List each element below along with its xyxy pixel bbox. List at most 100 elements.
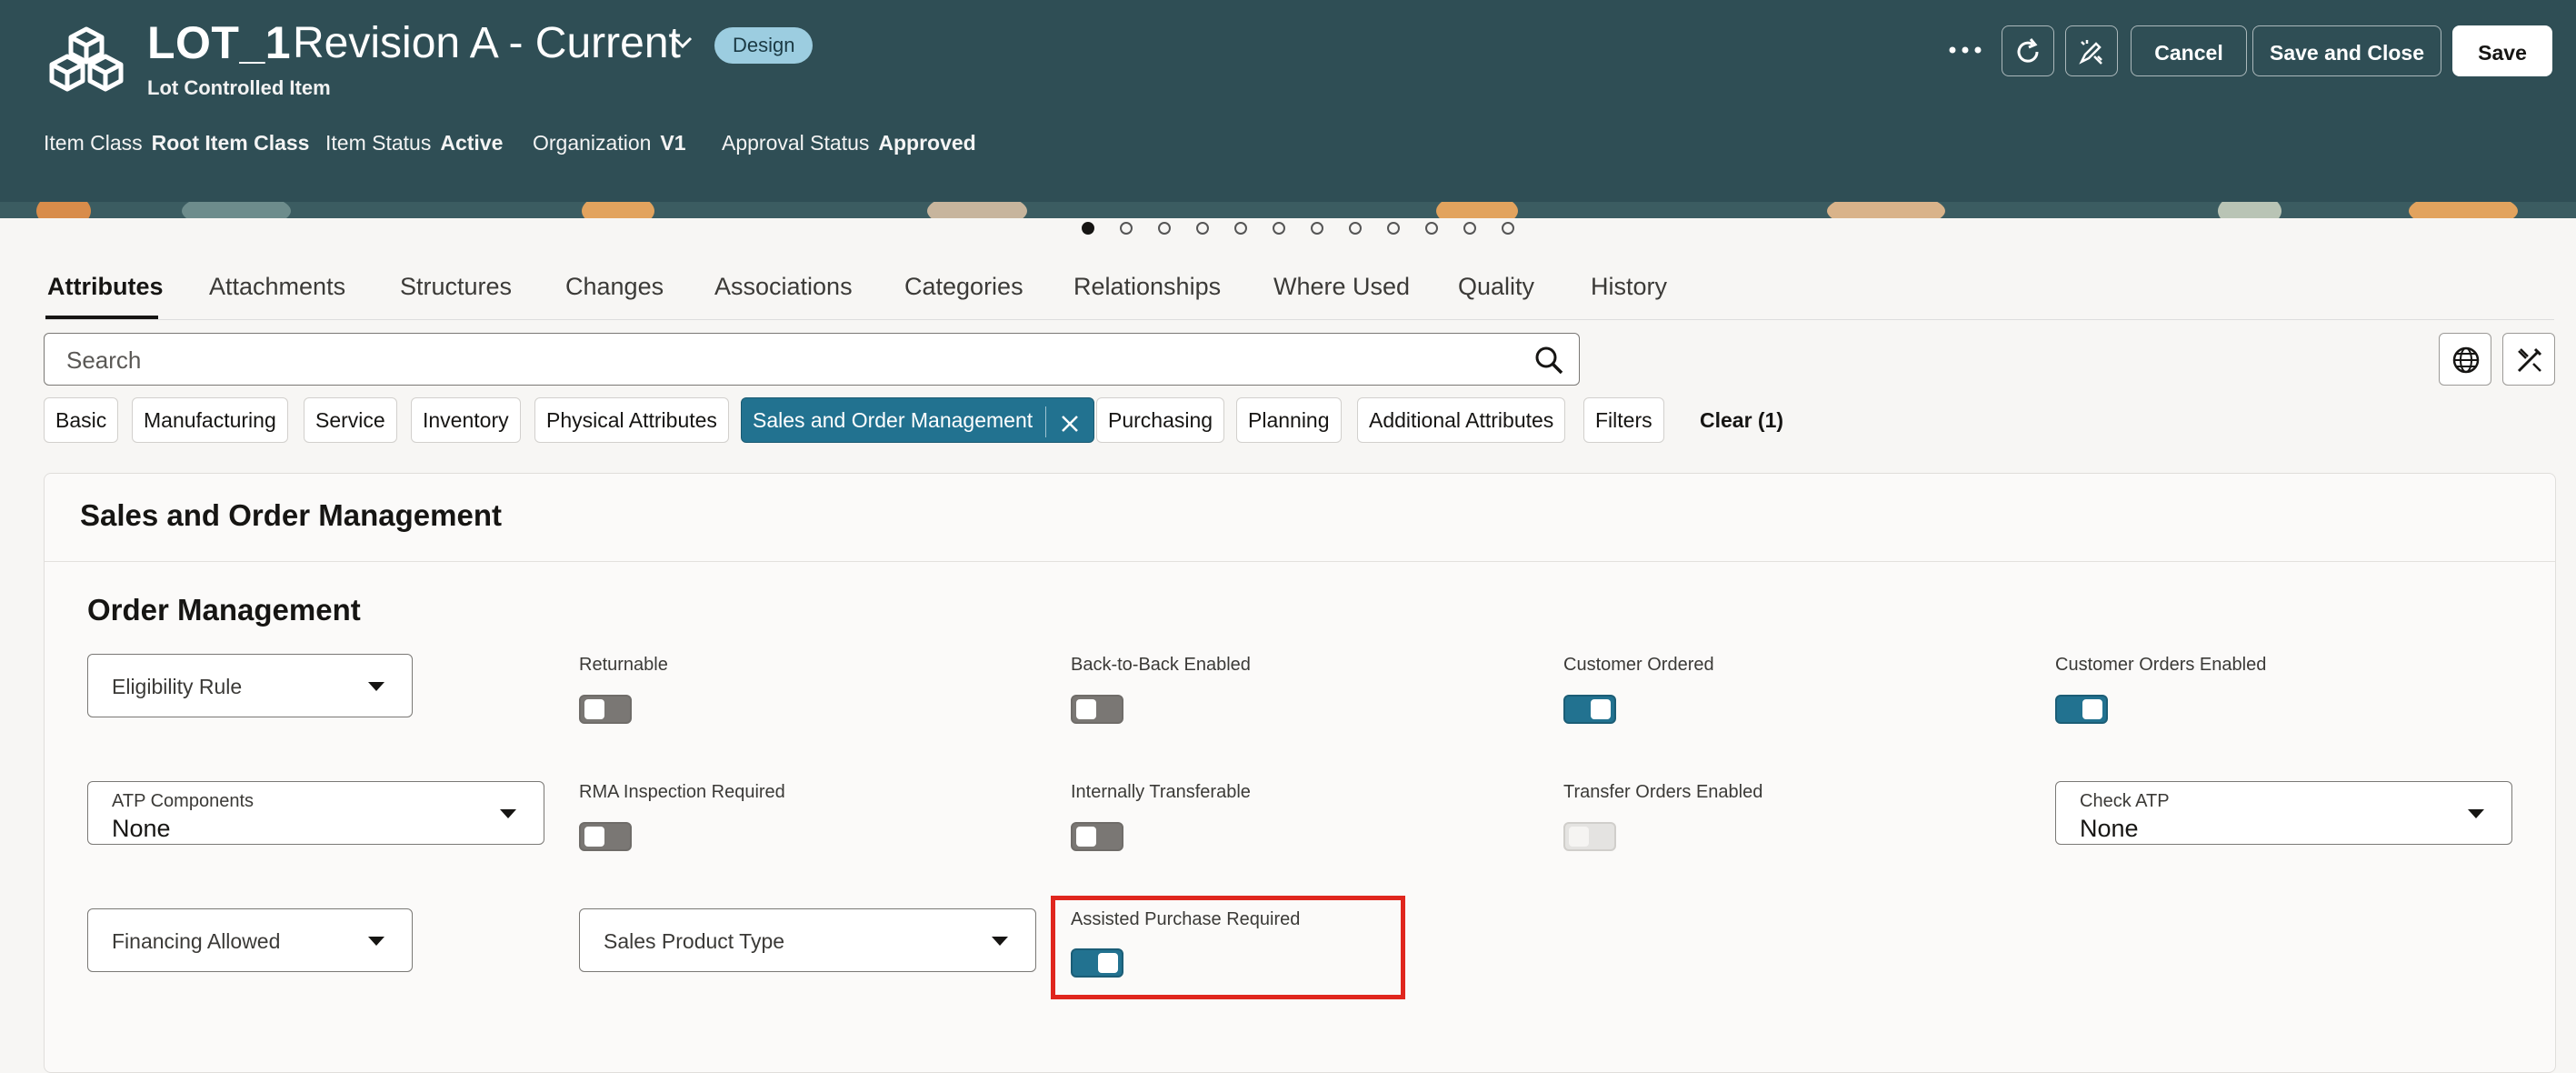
customer-orders-enabled-toggle[interactable] bbox=[2055, 695, 2108, 724]
atp-components-select[interactable]: ATP Components None bbox=[87, 781, 544, 845]
selected-chip-label: Sales and Order Management bbox=[753, 408, 1033, 432]
caret-down-icon bbox=[368, 937, 384, 946]
filter-chip-filters[interactable]: Filters bbox=[1583, 397, 1664, 443]
panel-divider bbox=[45, 561, 2555, 562]
transfer-orders-label: Transfer Orders Enabled bbox=[1563, 782, 1763, 802]
more-icon[interactable] bbox=[1947, 36, 1983, 64]
tab-changes[interactable]: Changes bbox=[565, 273, 664, 301]
highlight-annotation bbox=[1051, 896, 1405, 999]
search-icon[interactable] bbox=[1533, 345, 1564, 376]
tab-attributes[interactable]: Attributes bbox=[47, 273, 164, 301]
tab-history[interactable]: History bbox=[1591, 273, 1667, 301]
internally-transferable-label: Internally Transferable bbox=[1071, 782, 1251, 802]
language-button[interactable] bbox=[2439, 333, 2491, 386]
meta-approval-status: Approval Status Approved bbox=[722, 131, 976, 155]
tab-categories[interactable]: Categories bbox=[904, 273, 1023, 301]
sales-product-type-select[interactable]: Sales Product Type bbox=[579, 908, 1036, 972]
eligibility-rule-label: Eligibility Rule bbox=[112, 675, 243, 698]
back-to-back-toggle[interactable] bbox=[1071, 695, 1123, 724]
save-and-close-button[interactable]: Save and Close bbox=[2252, 25, 2441, 76]
rma-inspection-label: RMA Inspection Required bbox=[579, 782, 785, 802]
tab-where-used[interactable]: Where Used bbox=[1273, 273, 1410, 301]
pager-dot[interactable] bbox=[1234, 222, 1247, 235]
customer-ordered-label: Customer Ordered bbox=[1563, 655, 1714, 675]
tab-structures[interactable]: Structures bbox=[400, 273, 512, 301]
header-banner-decoration bbox=[0, 202, 2576, 218]
edit-tools-icon bbox=[2517, 347, 2542, 373]
tab-relationships[interactable]: Relationships bbox=[1073, 273, 1221, 301]
status-badge: Design bbox=[714, 27, 814, 64]
filter-chip-additional-attributes[interactable]: Additional Attributes bbox=[1357, 397, 1566, 443]
pager-dot[interactable] bbox=[1273, 222, 1285, 235]
item-number: LOT_1 bbox=[147, 17, 292, 68]
pager-dot[interactable] bbox=[1120, 222, 1133, 235]
tab-quality[interactable]: Quality bbox=[1458, 273, 1534, 301]
cancel-button[interactable]: Cancel bbox=[2131, 25, 2247, 76]
eligibility-rule-select[interactable]: Eligibility Rule bbox=[87, 654, 413, 717]
filter-chip-basic[interactable]: Basic bbox=[44, 397, 119, 443]
check-atp-select[interactable]: Check ATP None bbox=[2055, 781, 2512, 845]
active-tab-indicator bbox=[45, 316, 158, 319]
filter-chip-physical-attributes[interactable]: Physical Attributes bbox=[534, 397, 729, 443]
tab-divider bbox=[45, 319, 2554, 320]
clear-filters-link[interactable]: Clear (1) bbox=[1700, 397, 1783, 443]
close-icon bbox=[1062, 415, 1079, 432]
atp-components-label: ATP Components bbox=[112, 791, 255, 811]
pager-dot[interactable] bbox=[1502, 222, 1514, 235]
pager-dot[interactable] bbox=[1311, 222, 1323, 235]
item-logo-icon bbox=[49, 26, 124, 92]
filter-chip-service[interactable]: Service bbox=[304, 397, 397, 443]
item-subtitle: Lot Controlled Item bbox=[147, 76, 331, 99]
filter-chip-planning[interactable]: Planning bbox=[1236, 397, 1342, 443]
pager-dot[interactable] bbox=[1196, 222, 1209, 235]
caret-down-icon bbox=[2468, 809, 2484, 818]
internally-transferable-toggle[interactable] bbox=[1071, 822, 1123, 851]
caret-down-icon bbox=[992, 937, 1008, 946]
atp-components-value: None bbox=[112, 815, 171, 842]
financing-allowed-label: Financing Allowed bbox=[112, 929, 281, 953]
meta-organization: Organization V1 bbox=[533, 131, 686, 155]
filter-chip-inventory[interactable]: Inventory bbox=[411, 397, 521, 443]
panel-title: Sales and Order Management bbox=[80, 498, 502, 532]
pager-dot[interactable] bbox=[1082, 222, 1094, 235]
transfer-orders-toggle bbox=[1563, 822, 1616, 851]
pager-dot[interactable] bbox=[1349, 222, 1362, 235]
filter-chip-purchasing[interactable]: Purchasing bbox=[1096, 397, 1225, 443]
tab-attachments[interactable]: Attachments bbox=[209, 273, 345, 301]
customer-ordered-toggle[interactable] bbox=[1563, 695, 1616, 724]
customer-orders-enabled-label: Customer Orders Enabled bbox=[2055, 655, 2267, 675]
pager-dot[interactable] bbox=[1158, 222, 1171, 235]
page-header: LOT_1 Revision A - Current Design Lot Co… bbox=[0, 0, 2576, 202]
revision-selector[interactable]: Revision A - Current bbox=[293, 18, 681, 68]
caret-down-icon bbox=[500, 809, 516, 818]
tab-associations[interactable]: Associations bbox=[714, 273, 853, 301]
search-placeholder: Search bbox=[66, 346, 142, 374]
globe-icon bbox=[2452, 346, 2480, 374]
sales-product-type-label: Sales Product Type bbox=[604, 929, 785, 953]
returnable-label: Returnable bbox=[579, 655, 668, 675]
search-input[interactable]: Search bbox=[44, 333, 1580, 386]
chevron-down-icon[interactable] bbox=[669, 29, 696, 56]
pager-dot[interactable] bbox=[1425, 222, 1438, 235]
back-to-back-label: Back-to-Back Enabled bbox=[1071, 655, 1251, 675]
check-atp-label: Check ATP bbox=[2080, 791, 2170, 811]
caret-down-icon bbox=[368, 682, 384, 691]
section-title: Order Management bbox=[87, 593, 361, 627]
financing-allowed-select[interactable]: Financing Allowed bbox=[87, 908, 413, 972]
meta-item-status: Item Status Active bbox=[325, 131, 504, 155]
filter-chip-sales-order-management[interactable]: Sales and Order Management bbox=[741, 397, 1095, 444]
check-atp-value: None bbox=[2080, 815, 2139, 842]
pen-sparkle-icon bbox=[2079, 40, 2102, 65]
returnable-toggle[interactable] bbox=[579, 695, 632, 724]
ai-assist-button[interactable] bbox=[2065, 25, 2118, 76]
refresh-button[interactable] bbox=[2002, 25, 2054, 76]
rma-inspection-toggle[interactable] bbox=[579, 822, 632, 851]
refresh-icon bbox=[2017, 38, 2039, 63]
pager-dot[interactable] bbox=[1387, 222, 1400, 235]
pager-dot[interactable] bbox=[1463, 222, 1476, 235]
filter-chip-manufacturing[interactable]: Manufacturing bbox=[132, 397, 288, 443]
edit-page-button[interactable] bbox=[2502, 333, 2555, 386]
remove-filter-button[interactable] bbox=[1046, 400, 1093, 444]
meta-item-class: Item Class Root Item Class bbox=[44, 131, 310, 155]
save-button[interactable]: Save bbox=[2452, 25, 2552, 76]
